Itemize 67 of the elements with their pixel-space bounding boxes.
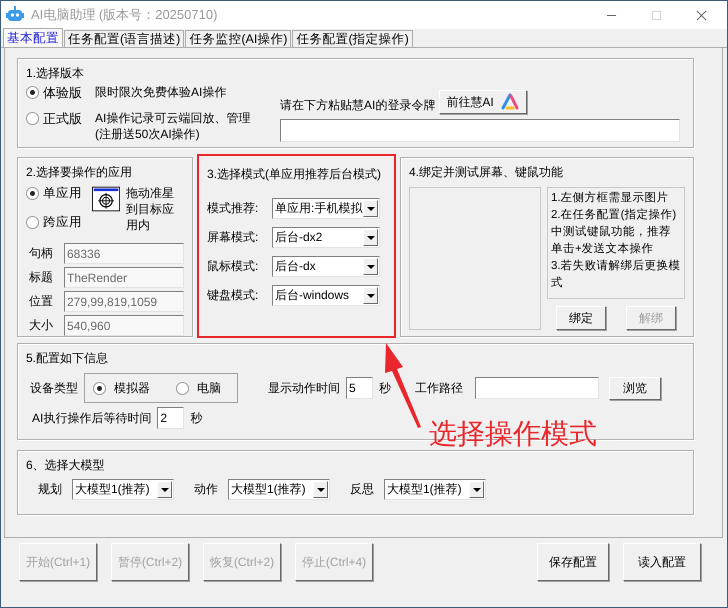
group-title: 6、选择大模型 [26, 457, 106, 474]
dropdown[interactable]: 大模型1(推荐) [384, 479, 486, 500]
select-label: 规划 [38, 481, 62, 498]
tab[interactable]: 任务配置(语言描述) [64, 30, 184, 47]
radio-button[interactable] [26, 187, 39, 200]
select-label: 屏幕模式: [207, 229, 260, 246]
device-label: 设备类型 [30, 380, 78, 396]
action-button[interactable]: 保存配置 [537, 543, 609, 581]
select-label: 键盘模式: [207, 287, 260, 304]
dropdown[interactable]: 后台-windows [272, 285, 380, 306]
dropdown[interactable]: 后台-dx2 [272, 227, 380, 248]
field-label: 大小 [28, 317, 54, 334]
group-title: 1.选择版本 [26, 65, 86, 82]
dropdown[interactable]: 单应用:手机模拟 [272, 198, 380, 219]
close-icon[interactable] [696, 10, 707, 20]
radio-label: 单应用 [43, 185, 82, 202]
group-title: 2.选择要操作的应用 [26, 164, 134, 181]
dropdown[interactable]: 大模型1(推荐) [228, 479, 330, 500]
action-button[interactable]: 读入配置 [623, 543, 701, 581]
group-title: 3.选择模式(单应用推荐后台模式) [207, 166, 382, 183]
dropdown[interactable]: 大模型1(推荐) [72, 479, 174, 500]
radio-button[interactable] [176, 382, 189, 394]
group-title: 4.绑定并测试屏幕、键鼠功能 [409, 164, 564, 181]
radio-button[interactable] [93, 382, 106, 394]
bind-button[interactable]: 绑定 [556, 306, 606, 330]
dropdown[interactable]: 后台-dx [272, 256, 380, 277]
select-label: 反思 [350, 481, 374, 498]
field-label: 句柄 [28, 245, 54, 262]
select-label: 动作 [194, 481, 218, 498]
wait-label: AI执行操作后等待时间 [32, 410, 152, 426]
unit-label: 秒 [190, 410, 202, 426]
group-title: 5.配置如下信息 [26, 350, 110, 367]
version-description: AI操作记录可云端回放、管理(注册送50次AI操作) [95, 110, 252, 142]
radio-button[interactable] [26, 216, 39, 229]
path-label: 工作路径 [415, 380, 463, 396]
instruction-text: 2.在任务配置(指定操作)中测试键鼠功能，推荐单击+发送文本操作 [551, 208, 678, 257]
tab[interactable]: 任务配置(指定操作) [292, 30, 413, 47]
unit-label: 秒 [379, 380, 391, 396]
field-label: 位置 [28, 293, 54, 310]
field-label: 标题 [28, 269, 54, 286]
radio-label: 模拟器 [114, 380, 150, 396]
instruction-text: 3.若失败请解绑后更换模式 [551, 258, 681, 291]
radio-label: 正式版 [43, 110, 83, 128]
token-label: 请在下方粘贴慧AI的登录令牌 [280, 97, 436, 114]
tab[interactable]: 基本配置 [3, 28, 63, 47]
window-title: AI电脑助理 (版本号：20250710) [31, 6, 218, 24]
drag-hint: 拖动准星到目标应用内 [126, 185, 176, 233]
path-field[interactable] [475, 377, 599, 399]
crosshair-window-icon[interactable] [92, 185, 120, 213]
radio-button[interactable] [26, 112, 39, 125]
select-label: 鼠标模式: [207, 258, 260, 275]
show-time-label: 显示动作时间 [268, 380, 340, 396]
logo-icon [500, 93, 520, 111]
radio-label: 跨应用 [43, 214, 82, 231]
radio-label: 体验版 [43, 84, 83, 102]
go-button[interactable]: 前往慧AI [439, 90, 527, 114]
tab[interactable]: 任务监控(AI操作) [185, 30, 292, 47]
show-time-field[interactable]: 5 [346, 377, 373, 399]
wait-field[interactable]: 2 [157, 407, 184, 429]
select-label: 模式推荐: [207, 200, 260, 217]
instruction-text: 1.左侧方框需显示图片 [551, 190, 670, 206]
annotation-text: 选择操作模式 [429, 417, 597, 451]
token-field[interactable] [280, 119, 680, 142]
radio-button[interactable] [26, 86, 39, 99]
version-description: 限时限次免费体验AI操作 [95, 84, 228, 100]
browse-button[interactable]: 浏览 [609, 376, 661, 400]
radio-label: 电脑 [197, 380, 221, 396]
